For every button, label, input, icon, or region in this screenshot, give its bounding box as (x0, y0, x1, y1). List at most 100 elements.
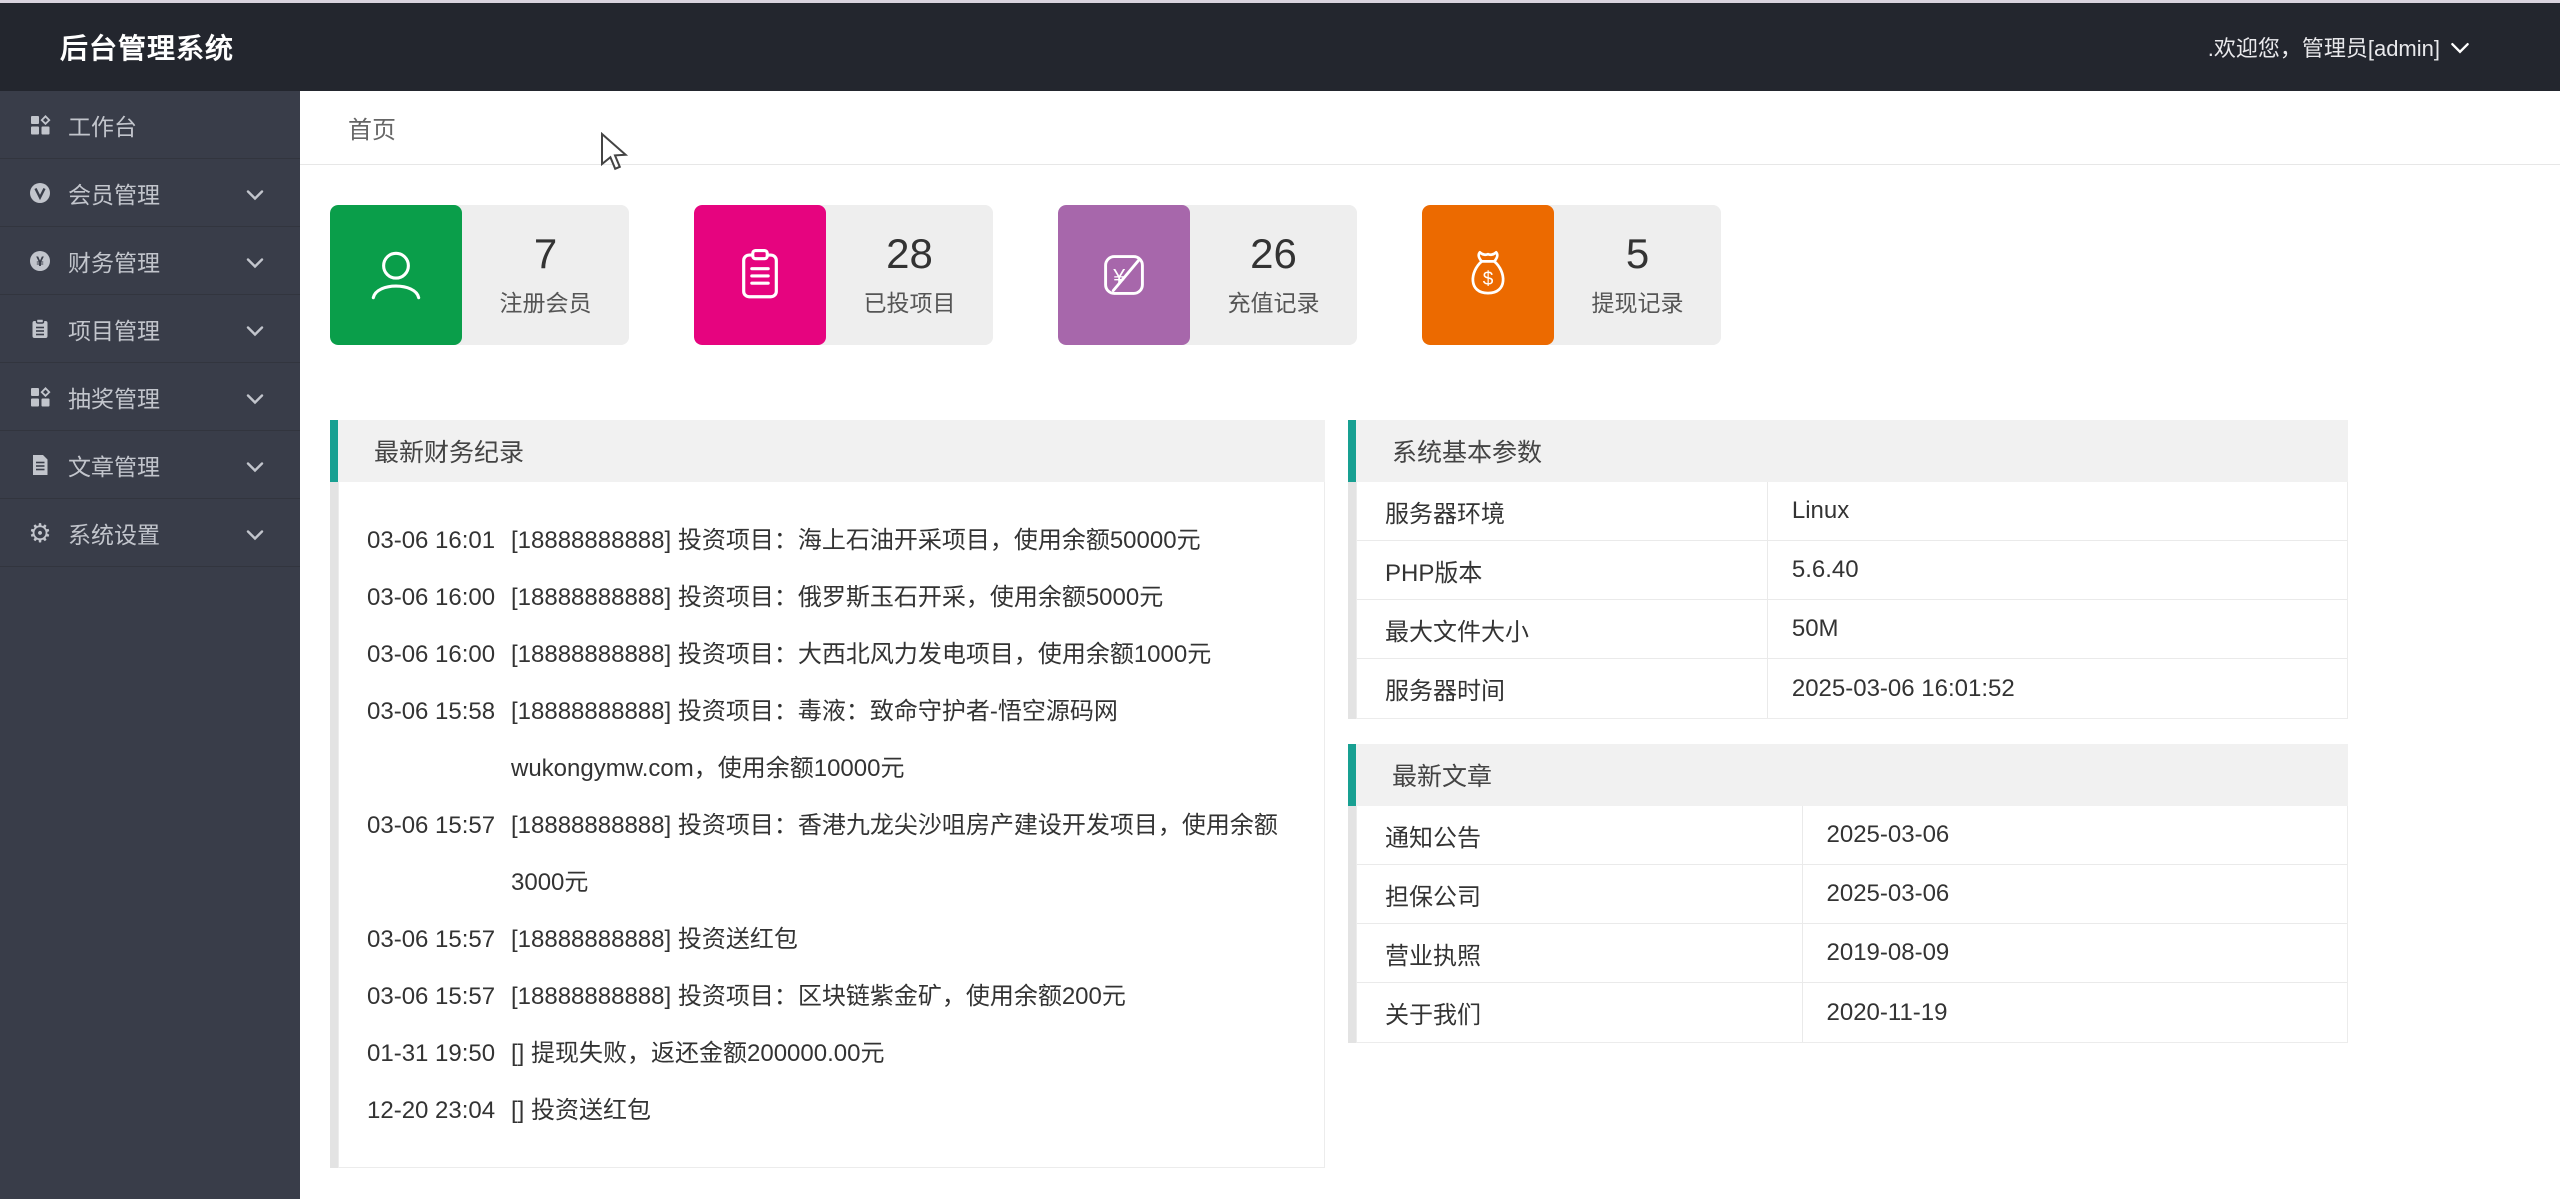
article-date: 2025-03-06 (1803, 865, 2348, 923)
sidebar-item-projects[interactable]: 项目管理 (0, 295, 300, 363)
money-bag-icon: $ (1422, 205, 1554, 345)
svg-text:$: $ (1483, 269, 1494, 290)
sidebar-item-workbench[interactable]: 工作台 (0, 91, 300, 159)
table-row: PHP版本 5.6.40 (1357, 541, 2347, 600)
param-label: 服务器环境 (1357, 482, 1768, 540)
sidebar-item-lottery[interactable]: 抽奖管理 (0, 363, 300, 431)
system-params-table: 服务器环境 Linux PHP版本 5.6.40 (1356, 482, 2348, 719)
record-time: 03-06 15:57 (359, 968, 511, 1025)
stat-card-recharge-records[interactable]: ¥ 26 充值记录 (1058, 205, 1357, 345)
param-value: Linux (1768, 482, 2347, 540)
user-menu[interactable]: .欢迎您，管理员[admin] (2208, 31, 2470, 63)
chevron-down-icon (246, 519, 264, 546)
sidebar-item-label: 抽奖管理 (68, 380, 160, 414)
record-time: 03-06 16:00 (359, 569, 511, 626)
record-time: 03-06 15:57 (359, 911, 511, 968)
stat-value: 5 (1626, 232, 1649, 276)
chevron-down-icon (246, 451, 264, 478)
stat-value: 26 (1250, 232, 1297, 276)
tab-bar: 首页 (300, 91, 2560, 165)
record-time: 01-31 19:50 (359, 1025, 511, 1082)
stat-value: 28 (886, 232, 933, 276)
main-content: 首页 7 注册会员 (300, 91, 2560, 1199)
clipboard-icon (694, 205, 826, 345)
tab-home[interactable]: 首页 (348, 110, 396, 145)
article-title: 营业执照 (1357, 924, 1803, 982)
table-row: 服务器时间 2025-03-06 16:01:52 (1357, 659, 2347, 718)
sidebar-item-finance[interactable]: ¥ 财务管理 (0, 227, 300, 295)
chevron-down-icon (246, 247, 264, 274)
stat-value: 7 (534, 232, 557, 276)
finance-record-row: 03-06 15:57 [18888888888] 投资项目：区块链紫金矿，使用… (359, 968, 1306, 1025)
sidebar-item-label: 文章管理 (68, 448, 160, 482)
document-icon (27, 452, 53, 478)
panel-accent (1348, 744, 1356, 806)
grid-icon (27, 112, 53, 138)
sidebar-item-settings[interactable]: ⚙ 系统设置 (0, 499, 300, 567)
chevron-down-icon (246, 315, 264, 342)
stat-card-invested-projects[interactable]: 28 已投项目 (694, 205, 993, 345)
chevron-down-icon (246, 383, 264, 410)
record-text: [18888888888] 投资项目：大西北风力发电项目，使用余额1000元 (511, 626, 1306, 683)
record-time: 03-06 16:00 (359, 626, 511, 683)
panel-title: 系统基本参数 (1356, 420, 2348, 482)
record-time: 03-06 15:57 (359, 797, 511, 911)
param-value: 2025-03-06 16:01:52 (1768, 659, 2347, 718)
record-text: [] 投资送红包 (511, 1082, 1306, 1139)
sidebar-item-members[interactable]: 会员管理 (0, 159, 300, 227)
record-text: [18888888888] 投资送红包 (511, 911, 1306, 968)
sidebar: 工作台 会员管理 ¥ 财务管理 (0, 91, 300, 1199)
finance-record-row: 03-06 15:57 [18888888888] 投资送红包 (359, 911, 1306, 968)
svg-text:¥: ¥ (36, 253, 44, 269)
latest-articles-table: 通知公告 2025-03-06 担保公司 2025-03-06 (1356, 806, 2348, 1043)
sidebar-item-label: 系统设置 (68, 516, 160, 550)
gear-icon: ⚙ (27, 520, 53, 546)
recharge-icon: ¥ (1058, 205, 1190, 345)
stat-label: 已投项目 (864, 284, 956, 318)
panel-title: 最新文章 (1356, 744, 2348, 806)
finance-record-row: 03-06 15:58 [18888888888] 投资项目：毒液：致命守护者-… (359, 683, 1306, 797)
finance-record-row: 03-06 16:00 [18888888888] 投资项目：俄罗斯玉石开采，使… (359, 569, 1306, 626)
latest-articles-panel: 最新文章 通知公告 2025-03-06 (1348, 744, 2348, 1043)
record-text: [18888888888] 投资项目：毒液：致命守护者-悟空源码网wukongy… (511, 683, 1306, 797)
param-label: PHP版本 (1357, 541, 1768, 599)
screen: 后台管理系统 .欢迎您，管理员[admin] 工作台 会员管理 (0, 0, 2560, 1199)
yuan-circle-icon: ¥ (27, 248, 53, 274)
finance-records-panel: 最新财务纪录 03-06 16:01 [18888888888] 投资项目：海上… (330, 420, 1325, 1168)
finance-record-row: 03-06 16:00 [18888888888] 投资项目：大西北风力发电项目… (359, 626, 1306, 683)
member-circle-icon (27, 180, 53, 206)
record-text: [] 提现失败，返还金额200000.00元 (511, 1025, 1306, 1082)
grid-icon (27, 384, 53, 410)
finance-record-row: 03-06 16:01 [18888888888] 投资项目：海上石油开采项目，… (359, 512, 1306, 569)
record-text: [18888888888] 投资项目：香港九龙尖沙咀房产建设开发项目，使用余额3… (511, 797, 1306, 911)
record-time: 03-06 15:58 (359, 683, 511, 797)
sidebar-item-articles[interactable]: 文章管理 (0, 431, 300, 499)
record-text: [18888888888] 投资项目：俄罗斯玉石开采，使用余额5000元 (511, 569, 1306, 626)
stat-cards: 7 注册会员 28 已投项目 (330, 205, 2560, 345)
article-title: 关于我们 (1357, 983, 1803, 1042)
system-params-panel: 系统基本参数 服务器环境 Linux (1348, 420, 2348, 719)
record-time: 12-20 23:04 (359, 1082, 511, 1139)
finance-records-list: 03-06 16:01 [18888888888] 投资项目：海上石油开采项目，… (338, 482, 1325, 1168)
panel-accent (330, 420, 338, 482)
panel-title: 最新财务纪录 (338, 420, 1325, 482)
welcome-text: .欢迎您，管理员[admin] (2208, 31, 2440, 63)
article-date: 2019-08-09 (1803, 924, 2348, 982)
table-row: 营业执照 2019-08-09 (1357, 924, 2347, 983)
article-date: 2025-03-06 (1803, 806, 2348, 864)
table-row: 服务器环境 Linux (1357, 482, 2347, 541)
stat-card-withdraw-records[interactable]: $ 5 提现记录 (1422, 205, 1721, 345)
table-row: 通知公告 2025-03-06 (1357, 806, 2347, 865)
stat-card-members[interactable]: 7 注册会员 (330, 205, 629, 345)
param-value: 50M (1768, 600, 2347, 658)
clipboard-icon (27, 316, 53, 342)
panel-accent (1348, 420, 1356, 482)
table-row: 最大文件大小 50M (1357, 600, 2347, 659)
panel-rail (330, 482, 338, 1168)
chevron-down-icon (2450, 34, 2470, 60)
finance-record-row: 03-06 15:57 [18888888888] 投资项目：香港九龙尖沙咀房产… (359, 797, 1306, 911)
app-header: 后台管理系统 .欢迎您，管理员[admin] (0, 3, 2560, 91)
param-label: 服务器时间 (1357, 659, 1768, 718)
record-text: [18888888888] 投资项目：海上石油开采项目，使用余额50000元 (511, 512, 1306, 569)
panel-rail (1348, 482, 1356, 719)
